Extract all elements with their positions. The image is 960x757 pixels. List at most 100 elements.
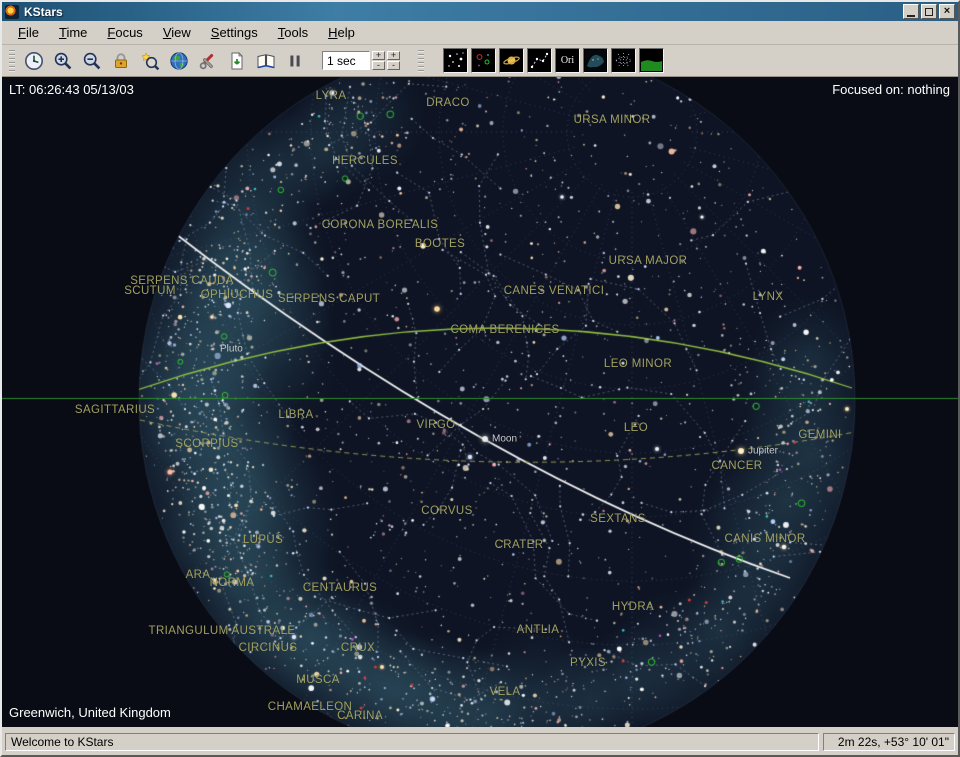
time-step-decrease-button[interactable]: - [372, 61, 385, 70]
constellation-label: CORONA BOREALIS [322, 219, 439, 231]
status-coordinates: 2m 22s, +53° 10' 01" [823, 733, 955, 751]
toggle-show-planets[interactable] [499, 48, 524, 73]
constellation-label: ANTLIA [517, 624, 560, 636]
kstars-window: KStars × File Time Focus View Settings T… [0, 0, 960, 757]
constellation-label: MUSCA [296, 674, 340, 686]
toggle-show-grid[interactable] [611, 48, 636, 73]
milky-way-icon [585, 50, 606, 71]
constellation-label: LIBRA [278, 409, 313, 421]
menu-file[interactable]: File [10, 22, 47, 43]
toggle-show-stars[interactable] [443, 48, 468, 73]
constellation-label: CORVUS [421, 505, 472, 517]
toggle-show-constellation-lines[interactable] [527, 48, 552, 73]
constellation-label: OPHIUCHUS [201, 289, 274, 301]
constellation-label: CARINA [337, 710, 383, 722]
constellation-label: SCORPIUS [175, 438, 238, 450]
toolbar-drag-handle[interactable] [9, 50, 15, 72]
constellation-label: GEMINI [798, 429, 841, 441]
menu-time[interactable]: Time [51, 22, 95, 43]
tools-icon [198, 51, 218, 71]
constellation-label: LUPUS [243, 534, 283, 546]
minimize-button[interactable] [903, 4, 919, 19]
constellation-label: CRUX [341, 642, 375, 654]
menu-settings[interactable]: Settings [203, 22, 266, 43]
minimize-icon [907, 15, 915, 17]
main-toolbar: + - + - Ori [2, 45, 958, 77]
view-toolbar: Ori [443, 48, 664, 73]
focus-infobox[interactable]: Focused on: nothing [832, 82, 950, 97]
constellation-label: CENTAURUS [303, 582, 377, 594]
handbook-button[interactable] [252, 47, 279, 74]
stop-clock-button[interactable] [281, 47, 308, 74]
track-object-button[interactable] [107, 47, 134, 74]
status-message: Welcome to KStars [5, 733, 819, 751]
planet-label: Jupiter [748, 446, 778, 457]
constellation-label: CANIS MINOR [724, 533, 805, 545]
download-data-icon [227, 51, 247, 71]
toggle-show-horizon[interactable] [639, 48, 664, 73]
clock-icon [24, 51, 44, 71]
constellation-label: CANCER [712, 460, 763, 472]
pause-icon [285, 51, 305, 71]
time-step-increase-button[interactable]: + [372, 51, 385, 60]
menubar: File Time Focus View Settings Tools Help [2, 21, 958, 45]
constellation-label: LEO MINOR [604, 358, 672, 370]
sky-map-canvas[interactable] [2, 77, 958, 727]
close-icon: × [944, 6, 950, 17]
close-button[interactable]: × [939, 4, 955, 19]
constellation-label: VIRGO [416, 419, 455, 431]
titlebar[interactable]: KStars × [2, 2, 958, 21]
constellation-label: DRACO [426, 97, 470, 109]
deep-sky-icon [473, 50, 494, 71]
statusbar: Welcome to KStars 2m 22s, +53° 10' 01" [2, 731, 958, 753]
zoom-in-icon [53, 51, 73, 71]
stars-icon [445, 50, 466, 71]
configure-button[interactable] [194, 47, 221, 74]
find-object-button[interactable] [136, 47, 163, 74]
lock-icon [111, 51, 131, 71]
constellation-names-icon: Ori [561, 55, 574, 66]
maximize-icon [925, 8, 933, 16]
toggle-show-constellation-names[interactable]: Ori [555, 48, 580, 73]
time-unit-decrease-button[interactable]: - [387, 61, 400, 70]
zoom-out-button[interactable] [78, 47, 105, 74]
time-step-input[interactable] [322, 51, 370, 70]
menu-view[interactable]: View [155, 22, 199, 43]
sky-map: LT: 06:26:43 05/13/03 Focused on: nothin… [2, 77, 958, 727]
display-time-button[interactable] [20, 47, 47, 74]
view-toolbar-drag-handle[interactable] [418, 50, 424, 72]
horizon-icon [641, 50, 662, 71]
time-unit-increase-button[interactable]: + [387, 51, 400, 60]
zoom-out-icon [82, 51, 102, 71]
geo-location-infobox[interactable]: Greenwich, United Kingdom [9, 705, 171, 720]
constellation-label: SCUTUM [124, 285, 176, 297]
toggle-show-milky-way[interactable] [583, 48, 608, 73]
constellation-label: CANES VENATICI [504, 285, 605, 297]
constellation-label: SEXTANS [590, 513, 646, 525]
kstars-logo-icon [5, 5, 19, 19]
menu-focus[interactable]: Focus [99, 22, 150, 43]
constellation-label: SERPENS CAPUT [278, 293, 380, 305]
constellation-label: URSA MAJOR [609, 255, 688, 267]
local-time-infobox[interactable]: LT: 06:26:43 05/13/03 [9, 82, 134, 97]
geography-button[interactable] [165, 47, 192, 74]
menu-help[interactable]: Help [320, 22, 363, 43]
constellation-label: LEO [624, 422, 648, 434]
globe-icon [169, 51, 189, 71]
constellation-label: COMA BERENICES [450, 324, 559, 336]
constellation-label: NORMA [210, 577, 255, 589]
constellation-label: CIRCINUS [239, 642, 298, 654]
download-data-button[interactable] [223, 47, 250, 74]
maximize-button[interactable] [921, 4, 937, 19]
toggle-show-deep-sky[interactable] [471, 48, 496, 73]
planet-label: Pluto [220, 344, 243, 355]
constellation-label: VELA [489, 686, 520, 698]
constellation-label: BOOTES [415, 238, 465, 250]
book-icon [256, 51, 276, 71]
menu-tools[interactable]: Tools [270, 22, 316, 43]
constellation-label: CRATER [495, 539, 544, 551]
zoom-in-button[interactable] [49, 47, 76, 74]
constellation-label: URSA MINOR [574, 114, 651, 126]
constellation-label: ARA [186, 569, 211, 581]
constellation-label: PYXIS [570, 657, 606, 669]
